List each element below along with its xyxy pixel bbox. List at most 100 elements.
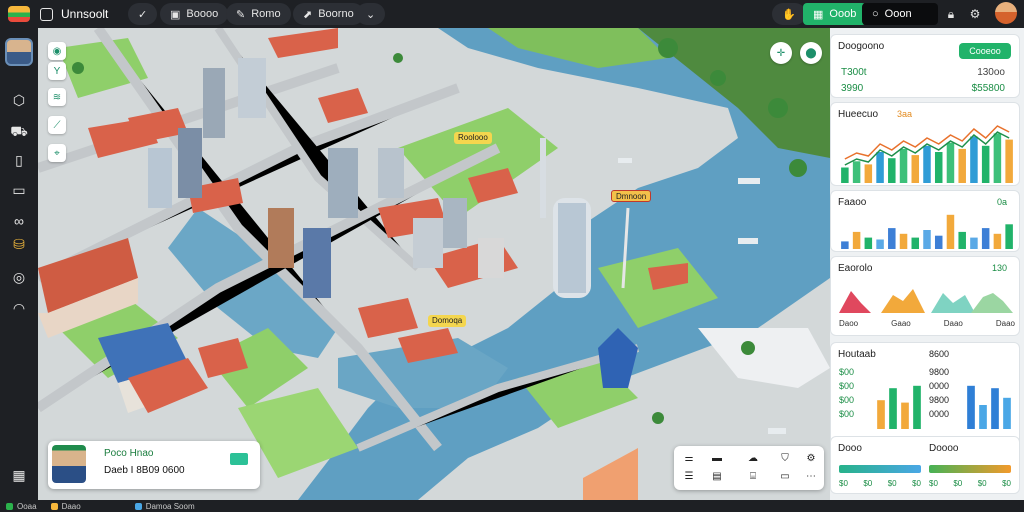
edit-icon: ⬈ xyxy=(303,8,313,21)
map-locate-tool[interactable]: ⬤ xyxy=(800,42,822,64)
map-pin-tool[interactable]: ⌖ xyxy=(48,144,66,162)
profile-avatar[interactable] xyxy=(5,38,33,66)
bar-chart-bar-15 xyxy=(1005,224,1013,249)
grid-icon[interactable]: ▦ xyxy=(9,465,29,485)
bar-chart-bar-9 xyxy=(934,235,943,249)
city-map[interactable]: ◉ Y ≋ ⟋ ⌖ ✛ ⬤ Roolooo Dmnoon Domoqa Poco… xyxy=(38,28,830,500)
progress-tick-left-2: $0 xyxy=(863,479,873,488)
add-button[interactable]: Cooeoo xyxy=(959,43,1011,59)
stats-value: 8600 xyxy=(929,349,950,359)
trend-bar-6 xyxy=(899,148,908,183)
stat-1: T300t xyxy=(841,67,867,78)
bar-chart-bar-5 xyxy=(888,228,896,249)
map-label-2[interactable]: Dmnoon xyxy=(611,190,652,202)
stats-bar-left-1 xyxy=(877,400,885,429)
check-button[interactable]: ✓ xyxy=(128,3,158,25)
list-icon[interactable]: ☰ xyxy=(682,470,696,482)
hand-icon: ✋ xyxy=(782,8,796,21)
area-chart-card: Eaorolo 130 Daoo Gaao Daao Daao xyxy=(830,256,1020,336)
status-dot-yellow xyxy=(50,502,58,510)
stats-bar-left-2 xyxy=(889,388,897,429)
map-layers-tool[interactable]: ≋ xyxy=(48,88,66,106)
bar-chart-badge: 0a xyxy=(996,197,1007,207)
area-chart-title: Eaorolo xyxy=(838,263,873,274)
map-route-tool[interactable]: Y xyxy=(48,62,66,80)
progress-bar-left xyxy=(839,465,921,473)
map-bottom-toolbar: ⚌ ▬ ☁ ⛉ ⚙ ☰ ▤ ⌸ ▭ ⋯ xyxy=(674,446,824,490)
toolbar-button-1-label: Boooo xyxy=(186,8,219,20)
stats-bar-left-3 xyxy=(901,402,909,429)
arc-icon[interactable]: ◠ xyxy=(9,298,29,318)
trend-chart-card: Hueecuo 3aa xyxy=(830,102,1020,186)
stats-row-right-4: 0000 xyxy=(929,409,950,419)
progress-tick-left-4: $0 xyxy=(912,479,921,488)
left-rail: ⬡ ⛟ ▯ ▭ ∞ ⛁ ◎ ◠ ▦ xyxy=(0,28,38,500)
map-label-3[interactable]: Domoqa xyxy=(428,315,467,327)
bar-chart-bar-10 xyxy=(946,214,955,249)
area-mark-3 xyxy=(931,293,975,313)
more-icon[interactable]: ⋯ xyxy=(804,470,818,482)
bar-chart-bar-14 xyxy=(993,233,1002,249)
sliders-icon[interactable]: ⚌ xyxy=(682,452,696,464)
map-icon: ▦ xyxy=(813,8,824,21)
progress-tick-left-1: $0 xyxy=(839,479,848,488)
toolbar-button-2[interactable]: ✎ Romo xyxy=(226,3,291,25)
coins-icon[interactable]: ⛁ xyxy=(9,234,29,254)
map-home-tool[interactable]: ◉ xyxy=(48,42,66,60)
trend-bar-9 xyxy=(934,152,943,183)
area-caption-1: Daoo xyxy=(839,319,859,328)
folder-icon[interactable]: ▭ xyxy=(9,180,29,200)
window-icon[interactable] xyxy=(40,7,53,21)
trend-bar-10 xyxy=(946,142,955,183)
globe-icon[interactable]: ◎ xyxy=(9,267,29,287)
progress-tick-right-2: $0 xyxy=(953,479,963,488)
clipboard-icon[interactable]: ⌸ xyxy=(746,470,760,482)
app-title: Unnsoolt xyxy=(61,7,109,21)
bar-chart-bar-13 xyxy=(981,228,990,249)
doc-icon[interactable]: ▭ xyxy=(778,470,792,482)
gear-icon[interactable]: ⚙ xyxy=(968,7,982,21)
link-icon[interactable]: ∞ xyxy=(9,211,29,231)
user-avatar[interactable] xyxy=(995,2,1017,24)
area-mark-4 xyxy=(971,293,1013,313)
map-measure-tool[interactable]: ⟋ xyxy=(48,116,66,134)
car-icon[interactable]: ▬ xyxy=(710,452,724,464)
settings-icon[interactable]: ⚙ xyxy=(804,452,818,464)
map-label-1[interactable]: Roolooo xyxy=(454,132,492,144)
stats-bar-right-3 xyxy=(991,388,999,429)
truck-icon[interactable]: ⛟ xyxy=(9,122,29,142)
trend-bar-1 xyxy=(841,167,849,183)
stat-1-right: 130oo xyxy=(977,67,1005,78)
status-item-2[interactable]: Daao xyxy=(50,501,81,511)
stats-left-rows: $00 $00 $00 $00 xyxy=(839,365,854,421)
cloud-icon[interactable]: ☁ xyxy=(746,452,760,464)
bar-chart-bar-3 xyxy=(864,237,873,249)
status-item-3[interactable]: Damoa Soom xyxy=(134,502,195,511)
search-field[interactable]: ○ Ooon xyxy=(862,3,938,25)
profile-card[interactable]: Poco Hnao Daeb I 8B09 0600 xyxy=(48,441,260,489)
book-icon[interactable]: ▯ xyxy=(9,150,29,170)
tool-button[interactable]: ✋ xyxy=(772,3,806,25)
trend-bar-5 xyxy=(888,158,896,183)
toolbar-button-1[interactable]: ▣ Boooo xyxy=(160,3,229,25)
bar-chart-bar-12 xyxy=(970,237,978,249)
filter-icon[interactable]: ⛉ xyxy=(778,452,792,464)
lock-icon[interactable]: 🔒︎ xyxy=(944,7,958,21)
trend-bar-14 xyxy=(993,133,1002,183)
progress-title-left: Dooo xyxy=(838,443,862,454)
bar-chart-title: Faaoo xyxy=(838,197,867,208)
toolbar-button-3[interactable]: ⬈ Boorno xyxy=(293,3,364,25)
status-item-1[interactable]: Ooaa xyxy=(6,502,37,511)
accent-button[interactable]: ▦ Ooob xyxy=(803,3,867,25)
trend-bar-11 xyxy=(958,148,966,183)
trend-bar-8 xyxy=(923,145,931,183)
status-item-2-label: Daao xyxy=(61,501,81,511)
collapse-button[interactable]: ⌄ xyxy=(356,3,386,25)
bar-chart-bar-1 xyxy=(841,241,849,249)
map-compass-tool[interactable]: ✛ xyxy=(770,42,792,64)
table-icon[interactable]: ▤ xyxy=(710,470,724,482)
search-icon: ○ xyxy=(872,8,879,20)
cube-icon[interactable]: ⬡ xyxy=(9,90,29,110)
map-canvas xyxy=(38,28,830,500)
stat-2-right: $55800 xyxy=(971,83,1005,94)
